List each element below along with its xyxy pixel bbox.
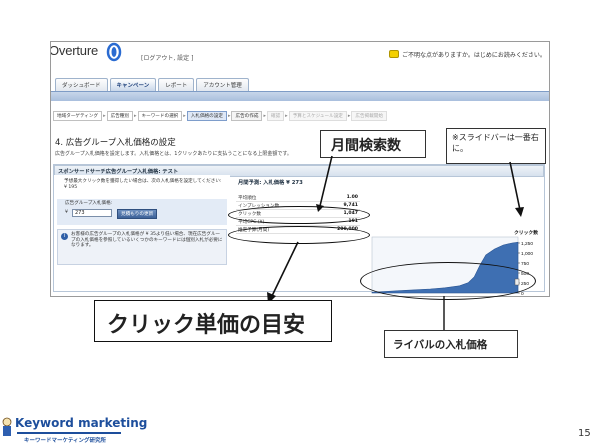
x-axis-highlight [360,262,536,300]
bid-input-area: 広告グループ入札価格: ¥ 273 見積もりの更新 [57,199,227,225]
logout-settings-link[interactable]: [ログアウト, 設定 ] [141,53,193,62]
step-arrow-icon: ▸ [263,113,266,119]
app-header: Overture [ログアウト, 設定 ] ご不明な点がありますか。はじめにお読… [50,42,549,91]
page-number: 15 [578,428,591,439]
help-text: ご不明な点がありますか。はじめにお読みください。 [402,52,546,59]
step-arrow-icon: ▸ [285,113,288,119]
impressions-highlight [228,206,370,224]
step-arrow-icon: ▸ [227,113,231,119]
step-create-ad[interactable]: 広告の作成 [231,111,263,121]
slider-note-arrow [509,161,524,217]
help-icon [389,50,399,58]
cpc-guide-label: クリック単価の目安 [107,313,306,338]
info-icon: i [61,233,68,240]
row-value: 1.00 [346,195,358,200]
recommend-text: 予想最大クリック数を獲得したい場合は、次の入札価格を設定してください: ¥ 19… [64,179,222,190]
callout-arrow [316,155,333,212]
info-text: お客様の広告グループの入札価格が ¥ 35より低い場合、現在広告グループの入札価… [71,232,223,249]
footer-brand: Keyword marketing キーワードマーケティング研究所 [0,414,147,448]
y-axis-label: クリック数 [514,229,538,236]
brand-title: Keyword marketing [15,416,148,430]
step-bid[interactable]: 入札価格の設定 [186,111,227,121]
step-budget: 予算とスケジュール設定 [288,111,347,121]
brand-underline [17,432,121,434]
step-region[interactable]: 地域ターゲティング [53,111,103,121]
monthly-search-label: 月間検索数 [331,138,401,154]
update-estimate-button[interactable]: 見積もりの更新 [117,209,158,219]
bid-label: 広告グループ入札価格: [65,201,113,206]
tab-band [51,91,549,101]
step-launch: 広告掲載開始 [351,111,387,121]
estimate-heading: 月間予測: 入札価格 ¥ 273 [238,180,303,186]
slider-note-callout: ※スライドバーは一番右に。 [446,128,546,164]
step-confirm: 確認 [266,111,285,121]
section-description: 広告グループ入札価格を設定します。入札価格とは、1クリックあたりに支払うことにな… [55,151,292,157]
rival-bid-label: ライバルの入札価格 [393,339,488,351]
tab-report[interactable]: レポート [158,78,195,91]
step-arrow-icon: ▸ [183,113,186,119]
bid-input[interactable]: 273 [72,209,112,217]
section-title: 4. 広告グループ入札価格の設定 [55,138,176,148]
brand-subtitle: キーワードマーケティング研究所 [24,438,107,444]
cpc-guide-arrow [267,241,299,304]
tab-campaign[interactable]: キャンペーン [109,78,157,91]
y-tick-label: 1,250 [521,241,533,247]
logo-mark-icon [106,42,122,62]
step-arrow-icon: ▸ [133,113,137,119]
tab-account[interactable]: アカウント管理 [196,78,249,91]
tab-dashboard[interactable]: ダッシュボード [55,78,108,91]
info-box: i お客様の広告グループの入札価格が ¥ 35より低い場合、現在広告グループの入… [57,229,227,265]
wizard-steps: 地域ターゲティング ▸ 広告種別 ▸ キーワードの選択 ▸ 入札価格の設定 ▸ 広告の作… [53,111,387,121]
y-tick-label: 0 [521,291,524,297]
currency-symbol: ¥ [65,210,68,215]
rival-bid-callout: ライバルの入札価格 [384,330,518,358]
rival-connector [443,296,445,330]
step-keywords[interactable]: キーワードの選択 [137,111,183,121]
step-arrow-icon: ▸ [103,113,106,119]
app-logo: Overture [50,43,98,58]
row-label: 平均順位 [238,196,257,201]
bid-left-column: 予想最大クリック数を獲得したい場合は、次の入札価格を設定してください: ¥ 19… [54,175,230,291]
estimate-row: 平均順位 1.00 [236,194,360,202]
step-arrow-icon: ▸ [347,113,351,119]
help-banner[interactable]: ご不明な点がありますか。はじめにお読みください。 [389,48,549,62]
step-ad-type[interactable]: 広告種別 [106,111,133,121]
main-tabs: ダッシュボード キャンペーン レポート アカウント管理 [55,78,249,91]
mascot-icon [2,417,12,436]
cpc-guide-callout: クリック単価の目安 [94,300,332,342]
slider-note-text: ※スライドバーは一番右に。 [452,133,539,153]
y-tick-label: 1,000 [521,251,533,257]
arrow-head-icon [515,207,524,217]
y-tick-label: 750 [521,261,529,267]
